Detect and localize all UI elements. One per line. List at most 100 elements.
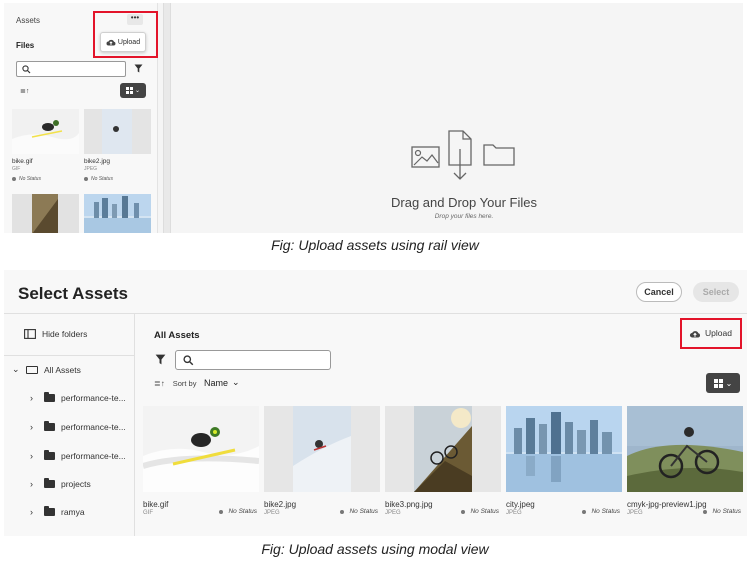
drop-zone-title: Drag and Drop Your Files — [391, 195, 537, 210]
status-dot-icon — [84, 177, 88, 181]
asset-status: No Status — [703, 508, 741, 515]
search-icon — [22, 65, 31, 74]
modal-title: Select Assets — [18, 284, 128, 303]
rail-title: Assets — [16, 16, 41, 25]
tree-item-folder[interactable]: › ramya — [30, 506, 85, 517]
asset-status: No Status — [340, 508, 378, 515]
tree-item-label: All Assets — [44, 364, 81, 375]
chevron-right-icon: › — [30, 422, 33, 432]
filter-icon[interactable] — [134, 64, 143, 73]
chevron-down-icon: ⌄ — [12, 364, 20, 374]
asset-status: No Status — [461, 508, 499, 515]
tree-item-label: performance-te... — [61, 422, 126, 432]
sort-value: Name — [204, 377, 229, 388]
header-divider — [4, 313, 747, 314]
folder-icon — [44, 506, 55, 516]
asset-card[interactable]: city.jpeg JPEG No Status — [506, 406, 622, 516]
upload-label: Upload — [705, 328, 732, 338]
tree-item-folder[interactable]: › performance-te... — [30, 450, 126, 461]
folder-icon — [44, 478, 55, 488]
tree-item-label: ramya — [61, 507, 85, 517]
tree-item-label: projects — [61, 479, 91, 489]
rail-asset-card[interactable]: bike2.jpg JPEG No Status — [84, 109, 151, 182]
asset-status: No Status — [582, 508, 620, 515]
select-assets-modal: Select Assets Cancel Select Hide folders… — [4, 270, 747, 536]
asset-thumbnail — [385, 406, 501, 492]
status-dot-icon — [219, 509, 224, 514]
asset-card[interactable]: bike3.png.jpg JPEG No Status — [385, 406, 501, 516]
asset-status: No Status — [219, 508, 257, 515]
asset-name: bike.gif — [12, 158, 33, 165]
cancel-button[interactable]: Cancel — [636, 282, 682, 302]
drop-zone-subtitle: Drop your files here. — [434, 213, 494, 220]
asset-thumbnail — [12, 109, 79, 154]
rail-view-screenshot: Assets ••• Files Upload ≣↑ ⌄ bike.gif GI… — [4, 3, 743, 233]
status-dot-icon — [703, 509, 708, 514]
chevron-right-icon: › — [30, 451, 33, 461]
status-dot-icon — [340, 509, 345, 514]
chevron-right-icon: › — [30, 479, 33, 489]
sort-order-icon[interactable]: ≣↑ — [20, 87, 29, 95]
tree-item-label: performance-te... — [61, 451, 126, 461]
folder-icon — [44, 421, 55, 431]
folder-icon — [44, 392, 55, 402]
chevron-right-icon: › — [30, 393, 33, 403]
asset-name: bike2.jpg — [84, 158, 111, 165]
tree-item-folder[interactable]: › performance-te... — [30, 421, 126, 432]
asset-thumbnail[interactable] — [12, 194, 79, 233]
hide-folders-label: Hide folders — [42, 329, 88, 339]
asset-status: No Status — [12, 176, 79, 182]
search-input[interactable] — [175, 350, 331, 370]
upload-highlight-box — [93, 11, 158, 58]
upload-button[interactable]: Upload — [689, 328, 732, 338]
tree-item-label: performance-te... — [61, 393, 126, 403]
view-toggle-button[interactable]: ⌄ — [706, 373, 740, 393]
grid-icon — [125, 87, 133, 94]
sort-by-label: Sort by — [172, 379, 197, 388]
status-dot-icon — [461, 509, 466, 514]
sidebar-divider — [134, 314, 135, 536]
drag-drop-files-icon — [411, 130, 515, 180]
sidebar-header-divider — [4, 355, 134, 356]
search-icon — [183, 355, 194, 366]
chevron-right-icon: › — [30, 507, 33, 517]
asset-thumbnail[interactable] — [84, 194, 151, 233]
tree-item-all-assets[interactable]: ⌄ All Assets — [12, 364, 81, 375]
asset-type: JPEG — [84, 166, 98, 172]
asset-card[interactable]: bike2.jpg JPEG No Status — [264, 406, 380, 516]
hide-folders-button[interactable]: Hide folders — [24, 329, 87, 339]
select-button[interactable]: Select — [693, 282, 739, 302]
asset-card[interactable]: cmyk-jpg-preview1.jpg JPEG No Status — [627, 406, 743, 516]
asset-thumbnail — [264, 406, 380, 492]
asset-type: GIF — [12, 166, 21, 172]
panel-toggle-icon — [24, 329, 36, 339]
asset-thumbnail — [506, 406, 622, 492]
caption-rail-view: Fig: Upload assets using rail view — [271, 237, 479, 253]
tree-item-folder[interactable]: › projects — [30, 478, 91, 489]
asset-thumbnail — [143, 406, 259, 492]
asset-card[interactable]: bike.gif GIF No Status — [143, 406, 259, 516]
asset-thumbnail — [627, 406, 743, 492]
rail-search-input[interactable] — [16, 61, 126, 77]
view-toggle-button[interactable]: ⌄ — [120, 83, 146, 98]
grid-icon — [713, 378, 723, 388]
filter-icon[interactable] — [155, 354, 166, 365]
sort-order-icon[interactable]: ≣↑ — [154, 379, 165, 388]
tree-item-folder[interactable]: › performance-te... — [30, 392, 126, 403]
files-heading: Files — [16, 41, 35, 50]
asset-status: No Status — [84, 176, 151, 182]
folder-icon — [44, 450, 55, 460]
chevron-down-icon: ⌄ — [134, 88, 141, 94]
rail-asset-card[interactable]: bike.gif GIF No Status — [12, 109, 79, 182]
main-title: All Assets — [154, 330, 200, 341]
caption-modal-view: Fig: Upload assets using modal view — [261, 541, 489, 557]
status-dot-icon — [12, 177, 16, 181]
status-dot-icon — [582, 509, 587, 514]
folder-open-icon — [26, 365, 38, 374]
chevron-down-icon: ⌄ — [232, 377, 240, 387]
cloud-upload-icon — [689, 330, 701, 337]
sort-dropdown[interactable]: Name ⌄ — [204, 377, 240, 388]
rail-resize-handle[interactable] — [163, 3, 171, 233]
asset-thumbnail — [84, 109, 151, 154]
sort-controls: ≣↑ Sort by — [154, 379, 196, 388]
